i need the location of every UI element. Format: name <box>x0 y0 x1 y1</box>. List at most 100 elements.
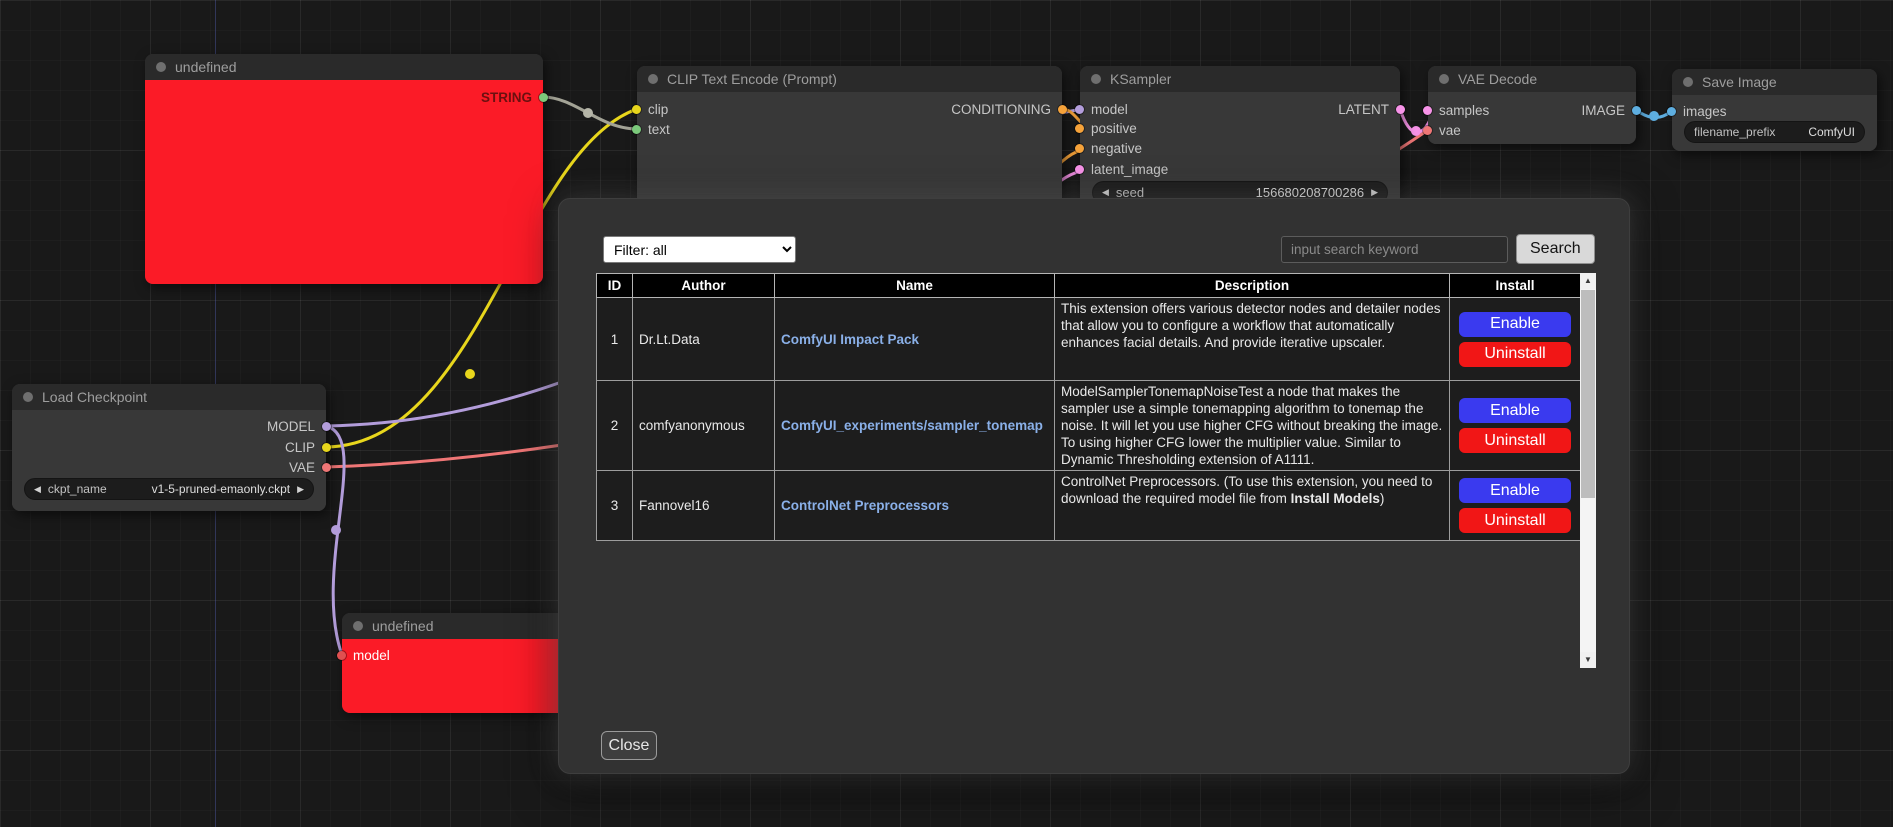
filename-prefix-widget[interactable]: filename_prefix ComfyUI <box>1684 121 1865 143</box>
node-title: KSampler <box>1110 71 1171 87</box>
input-slot-positive[interactable]: positive <box>1075 120 1137 136</box>
collapse-dot-icon[interactable] <box>156 62 166 72</box>
ext-id: 1 <box>597 298 633 381</box>
node-load-checkpoint[interactable]: Load Checkpoint MODEL CLIP VAE ◀ ckpt_na… <box>12 384 326 511</box>
node-title: undefined <box>175 59 237 75</box>
node-title-bar[interactable]: Load Checkpoint <box>12 384 326 410</box>
node-title-bar[interactable]: KSampler <box>1080 66 1400 92</box>
node-undefined-top[interactable]: undefined STRING <box>145 54 543 284</box>
collapse-dot-icon[interactable] <box>1683 77 1693 87</box>
node-save-image[interactable]: Save Image images filename_prefix ComfyU… <box>1672 69 1877 151</box>
node-title: Save Image <box>1702 74 1777 90</box>
input-slot-text[interactable]: text <box>632 121 670 137</box>
filter-select[interactable]: Filter: all <box>603 236 796 263</box>
slot-dot-images-input[interactable] <box>1667 107 1676 116</box>
node-title: Load Checkpoint <box>42 389 147 405</box>
link-midpoint-dot <box>583 108 593 118</box>
output-slot-latent[interactable]: LATENT <box>1338 101 1405 117</box>
slot-dot-image-output[interactable] <box>1632 106 1641 115</box>
link-midpoint-dot <box>1649 111 1659 121</box>
node-title-bar[interactable]: CLIP Text Encode (Prompt) <box>637 66 1062 92</box>
output-slot-image[interactable]: IMAGE <box>1581 102 1641 118</box>
slot-dot-positive-input[interactable] <box>1075 124 1084 133</box>
decrement-arrow-icon[interactable]: ◀ <box>1102 187 1109 198</box>
input-slot-latent-image[interactable]: latent_image <box>1075 161 1168 177</box>
ckpt-name-widget[interactable]: ◀ ckpt_name v1-5-pruned-emaonly.ckpt ▶ <box>24 478 314 500</box>
node-body-error: STRING <box>145 80 543 284</box>
scrollbar-thumb[interactable] <box>1581 290 1595 498</box>
input-slot-model[interactable]: model <box>1075 101 1128 117</box>
slot-dot-text-input[interactable] <box>632 125 641 134</box>
output-slot-conditioning[interactable]: CONDITIONING <box>951 101 1067 117</box>
collapse-dot-icon[interactable] <box>1439 74 1449 84</box>
input-slot-model[interactable]: model <box>337 647 390 663</box>
output-slot-string[interactable]: STRING <box>481 89 548 105</box>
slot-dot-vae-input[interactable] <box>1423 126 1432 135</box>
col-header-id: ID <box>597 274 633 298</box>
input-slot-images[interactable]: images <box>1667 103 1727 119</box>
ext-description: This extension offers various detector n… <box>1055 298 1450 381</box>
slot-dot-latent-image-input[interactable] <box>1075 165 1084 174</box>
close-button[interactable]: Close <box>601 731 657 760</box>
input-slot-clip[interactable]: clip <box>632 101 668 117</box>
uninstall-button[interactable]: Uninstall <box>1459 342 1571 367</box>
graph-canvas[interactable]: undefined STRING CLIP Text Encode (Promp… <box>0 0 1893 827</box>
ext-name-link[interactable]: ControlNet Preprocessors <box>781 498 949 513</box>
search-input[interactable] <box>1281 236 1508 263</box>
collapse-dot-icon[interactable] <box>23 392 33 402</box>
decrement-arrow-icon[interactable]: ◀ <box>34 484 41 495</box>
slot-dot-model-input[interactable] <box>1075 105 1084 114</box>
slot-dot-samples-input[interactable] <box>1423 106 1432 115</box>
widget-value: v1-5-pruned-emaonly.ckpt <box>114 482 290 496</box>
slot-dot-latent-output[interactable] <box>1396 105 1405 114</box>
slot-dot-string-output[interactable] <box>539 93 548 102</box>
ext-name-link[interactable]: ComfyUI Impact Pack <box>781 332 919 347</box>
col-header-install: Install <box>1450 274 1581 298</box>
input-slot-negative[interactable]: negative <box>1075 140 1142 156</box>
slot-dot-model-output[interactable] <box>322 422 331 431</box>
table-header-row: ID Author Name Description Install <box>597 274 1581 298</box>
ext-id: 2 <box>597 381 633 471</box>
enable-button[interactable]: Enable <box>1459 478 1571 503</box>
node-title-bar[interactable]: VAE Decode <box>1428 66 1636 92</box>
widget-label: ckpt_name <box>48 482 107 496</box>
input-slot-samples[interactable]: samples <box>1423 102 1489 118</box>
increment-arrow-icon[interactable]: ▶ <box>297 484 304 495</box>
collapse-dot-icon[interactable] <box>648 74 658 84</box>
slot-dot-clip-output[interactable] <box>322 443 331 452</box>
widget-label: filename_prefix <box>1694 125 1775 139</box>
uninstall-button[interactable]: Uninstall <box>1459 508 1571 533</box>
slot-dot-conditioning-output[interactable] <box>1058 105 1067 114</box>
table-scrollbar[interactable]: ▲ ▼ <box>1580 273 1596 668</box>
enable-button[interactable]: Enable <box>1459 398 1571 423</box>
search-button[interactable]: Search <box>1516 234 1595 264</box>
ext-author: Dr.Lt.Data <box>633 298 775 381</box>
output-slot-model[interactable]: MODEL <box>267 418 331 434</box>
ext-id: 3 <box>597 471 633 541</box>
slot-dot-model-input[interactable] <box>337 651 346 660</box>
node-ksampler[interactable]: KSampler model positive negative latent_… <box>1080 66 1400 216</box>
input-slot-vae[interactable]: vae <box>1423 122 1461 138</box>
node-vae-decode[interactable]: VAE Decode samples vae IMAGE <box>1428 66 1636 144</box>
scroll-up-icon[interactable]: ▲ <box>1580 273 1596 289</box>
slot-dot-clip-input[interactable] <box>632 105 641 114</box>
node-title-bar[interactable]: Save Image <box>1672 69 1877 95</box>
increment-arrow-icon[interactable]: ▶ <box>1371 187 1378 198</box>
collapse-dot-icon[interactable] <box>1091 74 1101 84</box>
slot-label: STRING <box>481 90 532 105</box>
scroll-down-icon[interactable]: ▼ <box>1580 652 1596 668</box>
ext-name-link[interactable]: ComfyUI_experiments/sampler_tonemap <box>781 418 1043 433</box>
node-title: VAE Decode <box>1458 71 1537 87</box>
slot-dot-negative-input[interactable] <box>1075 144 1084 153</box>
wire-string-link <box>543 97 637 129</box>
enable-button[interactable]: Enable <box>1459 312 1571 337</box>
output-slot-vae[interactable]: VAE <box>289 459 331 475</box>
collapse-dot-icon[interactable] <box>353 621 363 631</box>
uninstall-button[interactable]: Uninstall <box>1459 428 1571 453</box>
output-slot-clip[interactable]: CLIP <box>285 439 331 455</box>
link-midpoint-dot <box>1411 126 1421 136</box>
node-title-bar[interactable]: undefined <box>145 54 543 80</box>
slot-dot-vae-output[interactable] <box>322 463 331 472</box>
ext-author: comfyanonymous <box>633 381 775 471</box>
extensions-table: ID Author Name Description Install 1 Dr.… <box>596 273 1581 541</box>
